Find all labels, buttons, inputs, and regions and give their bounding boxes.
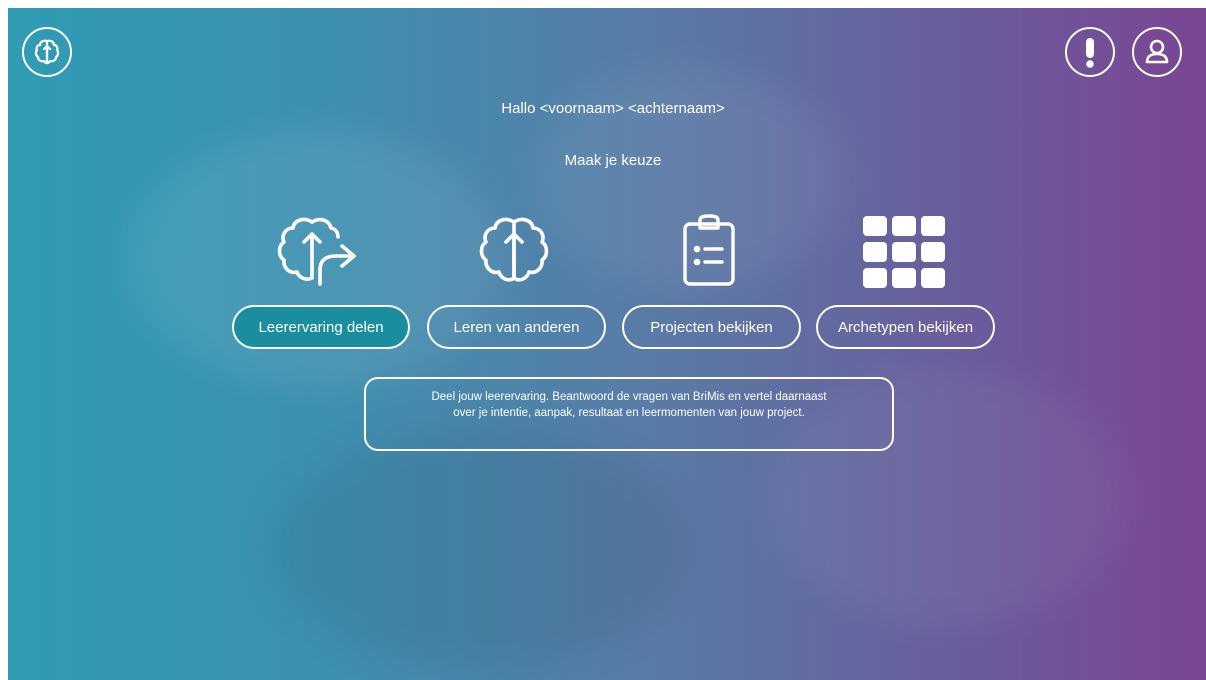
greeting-text: Hallo <voornaam> <achternaam> [501,100,725,117]
notifications-button[interactable] [1065,27,1115,77]
grid-icon [863,216,945,288]
archetypen-bekijken-button[interactable]: Archetypen bekijken [816,305,995,349]
projecten-bekijken-button[interactable]: Projecten bekijken [622,305,801,349]
user-icon [1145,39,1169,64]
exclamation-icon [1086,38,1094,68]
leerervaring-delen-button[interactable]: Leerervaring delen [232,305,410,349]
brain-icon [479,217,549,282]
option-description-panel: Deel jouw leerervaring. Beantwoord de vr… [364,377,894,451]
choice-prompt: Maak je keuze [564,152,662,169]
home-logo-button[interactable] [22,27,72,77]
description-line-2: over je intentie, aanpak, resultaat en l… [453,407,805,419]
brain-icon [34,39,60,65]
brain-share-icon [277,217,356,286]
leren-van-anderen-button[interactable]: Leren van anderen [427,305,606,349]
app-background: Hallo <voornaam> <achternaam> Maak je ke… [8,8,1206,680]
profile-button[interactable] [1132,27,1182,77]
description-line-1: Deel jouw leerervaring. Beantwoord de vr… [431,391,827,403]
background-texture [268,428,688,668]
clipboard-list-icon [683,214,735,286]
